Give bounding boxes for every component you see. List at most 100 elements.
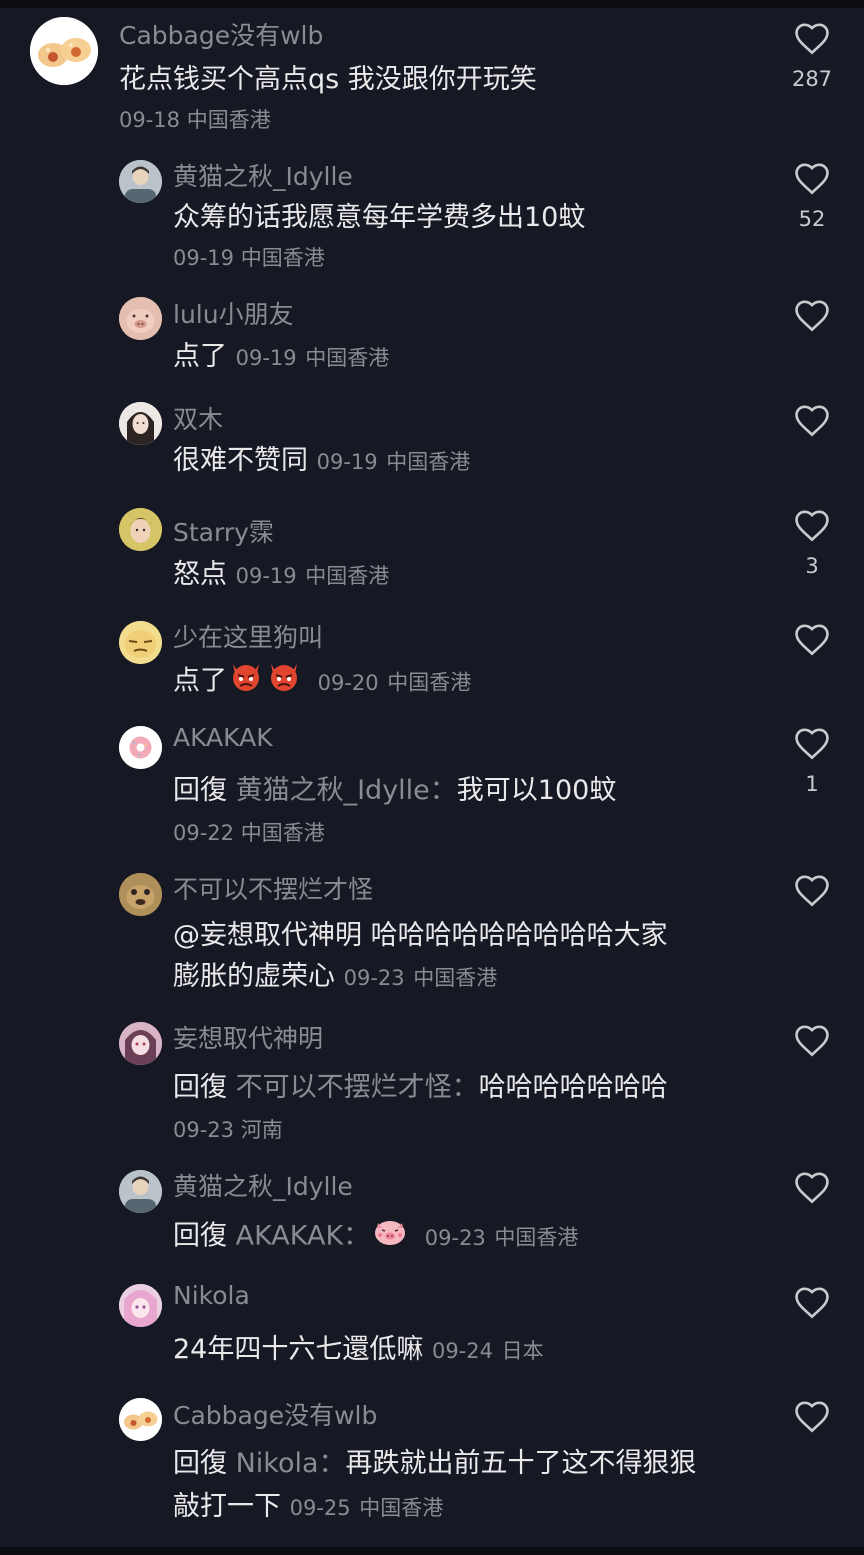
comment-text: 点了 <box>173 341 227 372</box>
comment-text: 24年四十六七還低嘛 <box>173 1334 424 1365</box>
comment-date: 09-19 <box>235 564 297 588</box>
anime-pink-avatar-icon <box>119 1284 162 1327</box>
person-avatar-icon <box>119 160 162 203</box>
comment-text: 哈哈哈哈哈哈哈 <box>478 1072 668 1103</box>
angry-devil-emoji-icon <box>267 660 301 704</box>
comment-text-line: 很难不赞同 09-19 中国香港 <box>173 441 470 482</box>
avatar[interactable] <box>119 1022 162 1065</box>
comment-text: 我可以100蚊 <box>456 775 617 806</box>
comment-meta: 09-18 中国香港 <box>119 104 271 134</box>
avatar[interactable] <box>119 726 162 769</box>
avatar[interactable] <box>119 1284 162 1327</box>
like-button[interactable] <box>792 1022 832 1058</box>
avatar[interactable] <box>119 402 162 445</box>
person-avatar-icon <box>119 1170 162 1213</box>
reply-target-username[interactable]: 黄猫之秋_Idylle <box>236 775 430 806</box>
comment-text-line: 膨胀的虚荣心 09-23 中国香港 <box>173 957 497 998</box>
like-button[interactable] <box>792 20 832 56</box>
username[interactable]: 少在这里狗叫 <box>173 618 323 654</box>
bottom-divider <box>0 1547 864 1555</box>
comment-text: 哈哈哈哈哈哈哈哈哈大家 <box>370 920 668 951</box>
reply-target-username[interactable]: 不可以不摆烂才怪 <box>236 1072 452 1103</box>
comment-text-line: 回復 Nikola：再跌就出前五十了这不得狠狠 <box>173 1448 697 1479</box>
avatar[interactable] <box>119 297 162 340</box>
reply-label: 回復 <box>173 1220 227 1252</box>
heart-icon <box>795 624 829 656</box>
comment-meta: 09-23 河南 <box>173 1114 283 1144</box>
avatar[interactable] <box>30 17 98 85</box>
username[interactable]: 双木 <box>173 400 223 436</box>
heart-icon <box>795 1172 829 1204</box>
heart-icon <box>795 510 829 542</box>
like-button[interactable] <box>792 160 832 196</box>
comment-date: 09-19 <box>316 450 378 474</box>
comment-date: 09-20 <box>317 670 379 695</box>
heart-icon <box>795 728 829 760</box>
comment-location: 中国香港 <box>240 821 325 845</box>
reply-target-username[interactable]: AKAKAK <box>236 1221 344 1252</box>
comment-text-line: 回復 AKAKAK： 09-23 中国香港 <box>173 1215 578 1259</box>
username[interactable]: Cabbage没有wlb <box>173 1396 377 1432</box>
heart-icon <box>795 875 829 907</box>
comment-location: 中国香港 <box>305 346 390 370</box>
username[interactable]: lulu小朋友 <box>173 295 294 331</box>
username[interactable]: 不可以不摆烂才怪 <box>173 870 373 906</box>
like-button[interactable] <box>792 1284 832 1320</box>
username[interactable]: Nikola <box>173 1281 250 1310</box>
anime-girl-avatar-icon <box>119 1022 162 1065</box>
avatar[interactable] <box>119 160 162 203</box>
comment-text: 众筹的话我愿意每年学费多出10蚊 <box>173 202 586 233</box>
comment-date: 09-22 <box>173 821 235 845</box>
comment-date: 09-18 <box>119 108 181 132</box>
girl-avatar-icon <box>119 402 162 445</box>
comment-date: 09-23 <box>343 966 405 990</box>
comment-text: 再跌就出前五十了这不得狠狠 <box>345 1448 697 1479</box>
comment-meta: 09-19 中国香港 <box>173 242 325 272</box>
food-buns-icon <box>30 17 98 85</box>
comment-location: 河南 <box>240 1118 283 1142</box>
like-count: 287 <box>791 67 833 91</box>
like-count: 52 <box>798 207 826 231</box>
reply-target-username[interactable]: Nikola <box>236 1448 319 1479</box>
angry-devil-emoji-icon <box>229 660 263 704</box>
like-button[interactable] <box>792 725 832 761</box>
avatar[interactable] <box>119 621 162 664</box>
comment-date: 09-23 <box>424 1225 486 1250</box>
mention-link[interactable]: @妄想取代神明 <box>173 920 362 951</box>
avatar[interactable] <box>119 508 162 551</box>
username[interactable]: AKAKAK <box>173 723 273 752</box>
comment-location: 中国香港 <box>494 1225 579 1250</box>
like-button[interactable] <box>792 402 832 438</box>
username[interactable]: Starry霂 <box>173 513 274 549</box>
heart-icon <box>795 1287 829 1319</box>
username[interactable]: 黄猫之秋_Idylle <box>173 1167 353 1203</box>
comment-location: 中国香港 <box>413 966 498 990</box>
comment-location: 中国香港 <box>386 450 471 474</box>
reply-label: 回復 <box>173 1072 227 1103</box>
like-button[interactable] <box>792 1398 832 1434</box>
username[interactable]: 黄猫之秋_Idylle <box>173 157 353 193</box>
like-button[interactable] <box>792 872 832 908</box>
heart-icon <box>795 1025 829 1057</box>
avatar[interactable] <box>119 1170 162 1213</box>
comment-date: 09-19 <box>235 346 297 370</box>
top-divider <box>0 0 864 8</box>
comment-text-line: 点了 09-19 中国香港 <box>173 337 389 378</box>
comment-text-line: @妄想取代神明 哈哈哈哈哈哈哈哈哈大家 <box>173 916 668 956</box>
person-avatar-icon <box>119 508 162 551</box>
like-button[interactable] <box>792 507 832 543</box>
username[interactable]: Cabbage没有wlb <box>119 16 323 52</box>
heart-icon <box>795 300 829 332</box>
avatar[interactable] <box>119 873 162 916</box>
reply-label: 回復 <box>173 1448 227 1479</box>
comment-text-line: 回復 不可以不摆烂才怪：哈哈哈哈哈哈哈 <box>173 1072 668 1103</box>
like-button[interactable] <box>792 297 832 333</box>
comment-text: 花点钱买个高点qs 我没跟你开玩笑 <box>119 64 537 95</box>
comment-location: 中国香港 <box>359 1496 444 1520</box>
like-button[interactable] <box>792 1169 832 1205</box>
comment-text-line: 怒点 09-19 中国香港 <box>173 555 389 596</box>
comment-location: 中国香港 <box>387 670 472 695</box>
like-button[interactable] <box>792 621 832 657</box>
avatar[interactable] <box>119 1398 162 1441</box>
username[interactable]: 妄想取代神明 <box>173 1019 323 1055</box>
